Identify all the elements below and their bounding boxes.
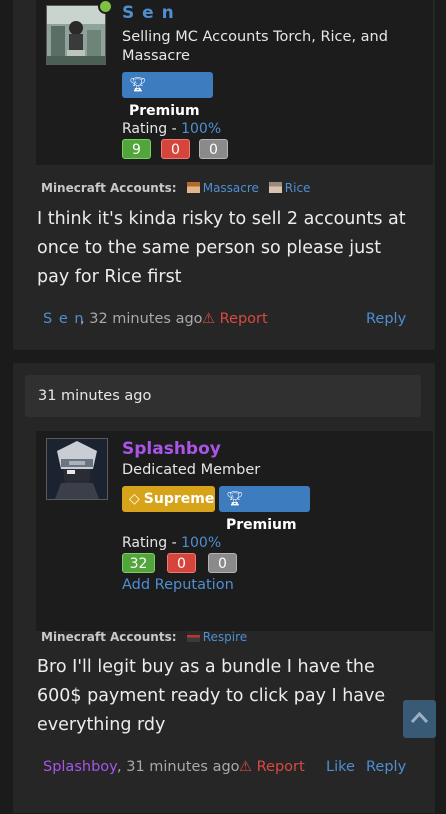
rating-label: Rating -: [122, 121, 182, 137]
user-info-box: Splashboy Dedicated Member ◇ Supreme 🏆︎ Pr…: [36, 431, 433, 631]
warning-icon: ⚠: [202, 311, 215, 327]
chevron-up-icon: [410, 711, 429, 724]
scroll-to-top-button[interactable]: [403, 700, 436, 738]
mc-accounts-label: Minecraft Accounts:: [41, 181, 177, 195]
username[interactable]: S e n: [122, 3, 175, 23]
rating-line: Rating - 100%: [122, 121, 221, 137]
author-link[interactable]: S e n: [43, 311, 85, 327]
avatar[interactable]: [46, 438, 108, 500]
mc-account-name: Rice: [284, 181, 311, 195]
reply-link[interactable]: Reply: [366, 759, 406, 775]
rating-percent[interactable]: 100%: [181, 121, 221, 137]
minecraft-head-icon: [268, 182, 282, 193]
post-1: S e n Selling MC Accounts Torch, Rice, a…: [12, 0, 436, 351]
mc-accounts-label: Minecraft Accounts:: [41, 630, 177, 644]
post-2: 31 minutes ago Splashboy Dedicated Membe…: [12, 362, 436, 814]
rating-percent[interactable]: 100%: [181, 535, 221, 551]
report-label: Report: [219, 311, 268, 327]
minecraft-head-icon: [186, 182, 200, 193]
negative-rating: 0: [161, 139, 190, 159]
mc-account-massacre[interactable]: Massacre: [186, 181, 263, 195]
positive-rating: 9: [122, 139, 151, 159]
premium-badge-label: Premium: [226, 517, 297, 533]
mc-account-respire[interactable]: Respire: [186, 630, 248, 644]
rating-label: Rating -: [122, 535, 182, 551]
rating-line: Rating - 100%: [122, 535, 221, 551]
date-bar: 31 minutes ago: [25, 375, 421, 417]
supreme-badge: ◇ Supreme: [122, 486, 215, 512]
minecraft-accounts: Minecraft Accounts: Respire: [41, 630, 247, 644]
mc-account-name: Respire: [202, 630, 248, 644]
premium-badge-label: Premium: [129, 103, 200, 119]
reply-link[interactable]: Reply: [366, 311, 406, 327]
post-message: I think it's kinda risky to sell 2 accou…: [37, 209, 406, 287]
user-title: Dedicated Member: [122, 462, 261, 478]
neutral-rating: 0: [199, 139, 228, 159]
negative-rating: 0: [167, 553, 196, 573]
add-reputation-link[interactable]: Add Reputation: [122, 577, 234, 593]
diamond-icon: ◇: [129, 491, 140, 507]
minecraft-accounts: Minecraft Accounts: Massacre Rice: [41, 181, 310, 195]
trophy-icon: 🏆︎: [129, 77, 147, 93]
mc-account-name: Massacre: [202, 181, 259, 195]
post-time[interactable]: , 32 minutes ago: [80, 311, 203, 327]
premium-badge: 🏆︎ Premium: [122, 72, 213, 119]
user-title: Selling MC Accounts Torch, Rice, and Mas…: [122, 29, 388, 64]
report-link[interactable]: ⚠ Report: [239, 759, 305, 775]
trophy-icon: 🏆︎: [226, 491, 244, 507]
author-link[interactable]: Splashboy: [43, 759, 118, 775]
positive-rating: 32: [122, 553, 155, 573]
user-info-box: S e n Selling MC Accounts Torch, Rice, a…: [36, 0, 433, 165]
mc-account-rice[interactable]: Rice: [268, 181, 311, 195]
supreme-badge-label: Supreme: [143, 491, 215, 507]
like-link[interactable]: Like: [326, 759, 355, 775]
warning-icon: ⚠: [239, 759, 252, 775]
username[interactable]: Splashboy: [122, 439, 221, 459]
online-status-icon: [98, 0, 113, 14]
report-link[interactable]: ⚠ Report: [202, 311, 268, 327]
report-label: Report: [256, 759, 305, 775]
post-time[interactable]: , 31 minutes ago: [117, 759, 240, 775]
premium-badge: 🏆︎ Premium: [219, 486, 310, 533]
minecraft-head-icon: [186, 631, 200, 642]
post-message: Bro I'll legit buy as a bundle I have th…: [37, 657, 386, 735]
avatar[interactable]: [46, 5, 106, 65]
neutral-rating: 0: [208, 553, 237, 573]
